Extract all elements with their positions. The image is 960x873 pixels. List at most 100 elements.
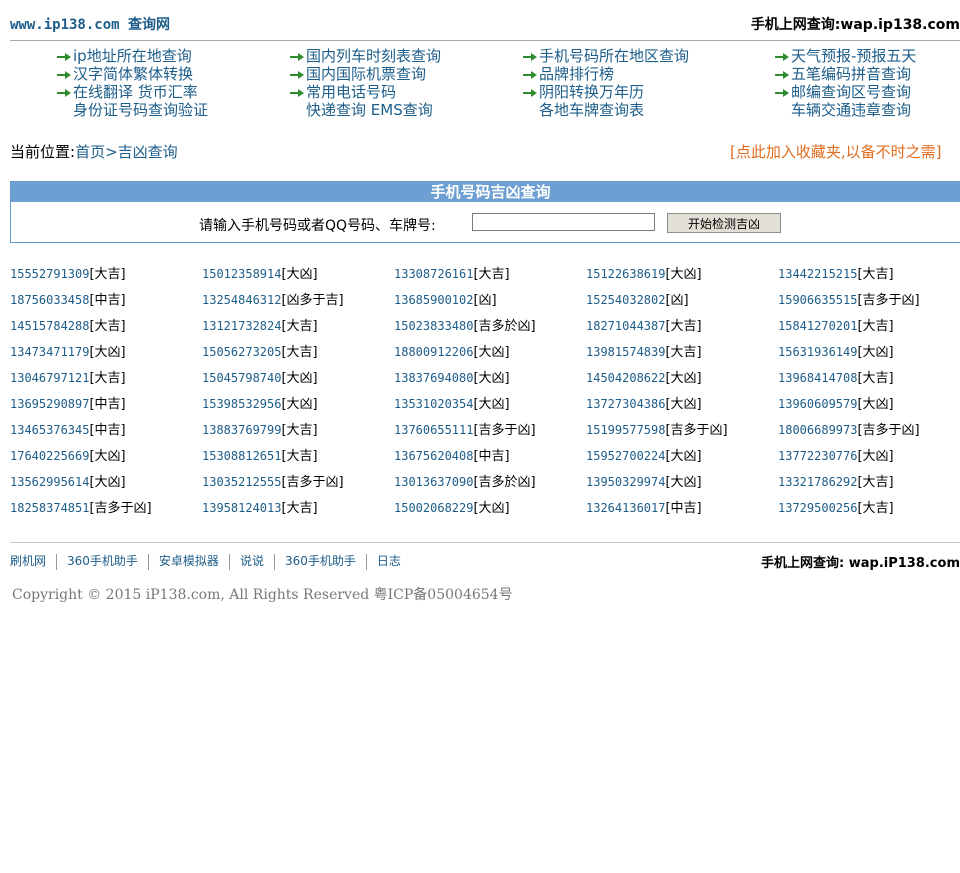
phone-number-link[interactable]: 15952700224 xyxy=(586,449,665,463)
phone-number-link[interactable]: 15906635515 xyxy=(778,293,857,307)
phone-number-link[interactable]: 13308726161 xyxy=(394,267,473,281)
fortune-result: [中吉] xyxy=(473,449,510,464)
footer-link[interactable]: 说说 xyxy=(240,554,264,568)
phone-number-link[interactable]: 15254032802 xyxy=(586,293,665,307)
nav-link[interactable]: 天气预报-预报五天 xyxy=(775,47,916,65)
phone-number-link[interactable]: 13254846312 xyxy=(202,293,281,307)
phone-number-link[interactable]: 18006689973 xyxy=(778,423,857,437)
footer-link[interactable]: 安卓模拟器 xyxy=(159,554,219,568)
fortune-result: [大凶] xyxy=(857,345,894,360)
nav-link[interactable]: 快递查询 EMS查询 xyxy=(290,101,433,119)
phone-number-link[interactable]: 13465376345 xyxy=(10,423,89,437)
phone-number-link[interactable]: 13981574839 xyxy=(586,345,665,359)
nav-link[interactable]: 邮编查询区号查询 xyxy=(775,83,911,101)
phone-number-link[interactable]: 13562995614 xyxy=(10,475,89,489)
phone-number-link[interactable]: 14515784288 xyxy=(10,319,89,333)
nav-link[interactable]: 常用电话号码 xyxy=(290,83,396,101)
phone-number-link[interactable]: 13675620408 xyxy=(394,449,473,463)
phone-number-link[interactable]: 13950329974 xyxy=(586,475,665,489)
fortune-result: [大凶] xyxy=(665,449,702,464)
fortune-result: [大凶] xyxy=(857,397,894,412)
phone-number-link[interactable]: 13883769799 xyxy=(202,423,281,437)
nav-link[interactable]: 阴阳转换万年历 xyxy=(523,83,644,101)
phone-number-link[interactable]: 13772230776 xyxy=(778,449,857,463)
nav-link[interactable]: 品牌排行榜 xyxy=(523,65,614,83)
nav-link[interactable]: 国内列车时刻表查询 xyxy=(290,47,441,65)
nav-link[interactable]: 身份证号码查询验证 xyxy=(57,101,208,119)
arrow-right-icon xyxy=(57,88,71,98)
result-item: 13685900102[凶] xyxy=(394,292,497,309)
breadcrumb-home-link[interactable]: 首页 xyxy=(75,143,105,161)
site-title-link[interactable]: www.ip138.com 查询网 xyxy=(10,14,170,34)
phone-number-link[interactable]: 15002068229 xyxy=(394,501,473,515)
nav-link-label: 品牌排行榜 xyxy=(539,65,615,83)
fortune-result: [大凶] xyxy=(281,397,318,412)
phone-number-link[interactable]: 13442215215 xyxy=(778,267,857,281)
phone-number-link[interactable]: 13958124013 xyxy=(202,501,281,515)
phone-number-link[interactable]: 18258374851 xyxy=(10,501,89,515)
phone-number-link[interactable]: 15012358914 xyxy=(202,267,281,281)
footer-link[interactable]: 刷机网 xyxy=(10,554,46,568)
nav-link[interactable]: 五笔编码拼音查询 xyxy=(775,65,911,83)
phone-number-link[interactable]: 15841270201 xyxy=(778,319,857,333)
result-item: 15122638619[大凶] xyxy=(586,266,702,283)
phone-number-link[interactable]: 15552791309 xyxy=(10,267,89,281)
fortune-result: [大凶] xyxy=(89,345,126,360)
nav-link[interactable]: 车辆交通违章查询 xyxy=(775,101,911,119)
result-item: 13968414708[大吉] xyxy=(778,370,894,387)
phone-number-link[interactable]: 13729500256 xyxy=(778,501,857,515)
query-input[interactable] xyxy=(472,213,655,231)
phone-number-link[interactable]: 15056273205 xyxy=(202,345,281,359)
phone-number-link[interactable]: 17640225669 xyxy=(10,449,89,463)
nav-link[interactable]: 手机号码所在地区查询 xyxy=(523,47,689,65)
phone-number-link[interactable]: 13121732824 xyxy=(202,319,281,333)
phone-number-link[interactable]: 13035212555 xyxy=(202,475,281,489)
phone-number-link[interactable]: 18271044387 xyxy=(586,319,665,333)
phone-number-link[interactable]: 13837694080 xyxy=(394,371,473,385)
arrow-right-icon xyxy=(290,52,304,62)
phone-number-link[interactable]: 18800912206 xyxy=(394,345,473,359)
footer-link[interactable]: 360手机助手 xyxy=(285,554,356,568)
result-item: 18271044387[大吉] xyxy=(586,318,702,335)
nav-link-label: 五笔编码拼音查询 xyxy=(791,65,912,83)
phone-number-link[interactable]: 18756033458 xyxy=(10,293,89,307)
nav-link[interactable]: 国内国际机票查询 xyxy=(290,65,426,83)
result-item: 13981574839[大吉] xyxy=(586,344,702,361)
footer-separator xyxy=(365,553,367,570)
phone-number-link[interactable]: 15122638619 xyxy=(586,267,665,281)
phone-number-link[interactable]: 13727304386 xyxy=(586,397,665,411)
add-favorite-link[interactable]: [点此加入收藏夹,以备不时之需] xyxy=(730,141,941,162)
footer-link[interactable]: 日志 xyxy=(377,554,401,568)
phone-number-link[interactable]: 13013637090 xyxy=(394,475,473,489)
phone-number-link[interactable]: 13046797121 xyxy=(10,371,89,385)
result-item: 13675620408[中吉] xyxy=(394,448,510,465)
phone-number-link[interactable]: 13531020354 xyxy=(394,397,473,411)
nav-link[interactable]: 各地车牌查询表 xyxy=(523,101,644,119)
result-item: 15952700224[大凶] xyxy=(586,448,702,465)
phone-number-link[interactable]: 15199577598 xyxy=(586,423,665,437)
start-check-button[interactable]: 开始检测吉凶 xyxy=(667,213,781,233)
result-item: 17640225669[大凶] xyxy=(10,448,126,465)
phone-number-link[interactable]: 15023833480 xyxy=(394,319,473,333)
phone-number-link[interactable]: 13685900102 xyxy=(394,293,473,307)
phone-number-link[interactable]: 15398532956 xyxy=(202,397,281,411)
fortune-result: [大吉] xyxy=(281,449,318,464)
phone-number-link[interactable]: 13321786292 xyxy=(778,475,857,489)
nav-link[interactable]: 在线翻译 货币汇率 xyxy=(57,83,198,101)
phone-number-link[interactable]: 13695290897 xyxy=(10,397,89,411)
nav-link[interactable]: ip地址所在地查询 xyxy=(57,47,192,65)
footer-link[interactable]: 360手机助手 xyxy=(67,554,138,568)
phone-number-link[interactable]: 15631936149 xyxy=(778,345,857,359)
phone-number-link[interactable]: 15308812651 xyxy=(202,449,281,463)
phone-number-link[interactable]: 13968414708 xyxy=(778,371,857,385)
nav-link[interactable]: 汉字简体繁体转换 xyxy=(57,65,193,83)
breadcrumb-current[interactable]: 吉凶查询 xyxy=(118,143,178,161)
phone-number-link[interactable]: 13960609579 xyxy=(778,397,857,411)
arrow-right-icon xyxy=(775,52,789,62)
phone-number-link[interactable]: 15045798740 xyxy=(202,371,281,385)
nav-link-label: ip地址所在地查询 xyxy=(73,47,192,65)
phone-number-link[interactable]: 14504208622 xyxy=(586,371,665,385)
phone-number-link[interactable]: 13264136017 xyxy=(586,501,665,515)
phone-number-link[interactable]: 13760655111 xyxy=(394,423,473,437)
phone-number-link[interactable]: 13473471179 xyxy=(10,345,89,359)
